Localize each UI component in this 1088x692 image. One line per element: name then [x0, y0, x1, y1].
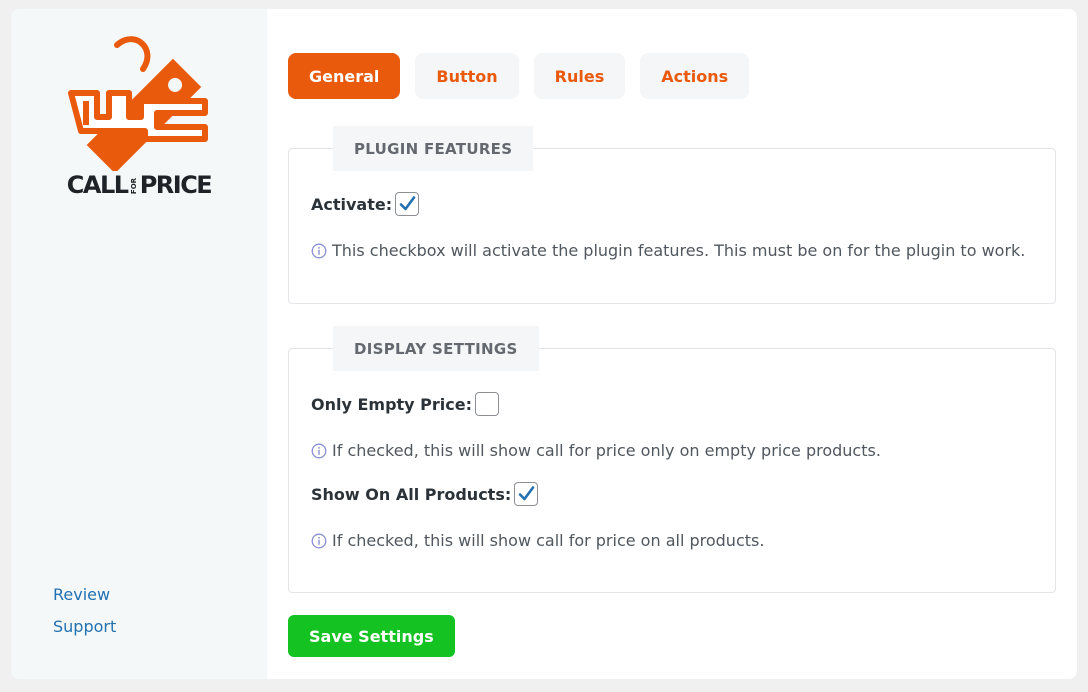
logo-text-for: FOR	[129, 177, 138, 195]
tab-button[interactable]: Button	[415, 53, 519, 99]
support-link[interactable]: Support	[53, 617, 116, 636]
show-on-all-products-row: Show On All Products:	[311, 482, 539, 506]
logo-tag-icon	[68, 36, 208, 174]
checkmark-icon	[399, 196, 416, 211]
save-settings-button[interactable]: Save Settings	[288, 615, 455, 657]
show-on-all-products-help-text: If checked, this will show call for pric…	[332, 531, 765, 550]
settings-panel: CALL FORPRICE Review Support General Butt…	[11, 9, 1077, 679]
logo-text-call: CALL	[66, 171, 129, 199]
main-content: General Button Rules Actions PLUGIN FEAT…	[267, 9, 1077, 679]
plugin-features-legend: PLUGIN FEATURES	[333, 126, 534, 171]
activate-row: Activate:	[311, 192, 420, 216]
activate-help-text: This checkbox will activate the plugin f…	[332, 241, 1026, 260]
activate-help: This checkbox will activate the plugin f…	[311, 241, 1025, 260]
info-icon	[311, 243, 327, 258]
tab-general[interactable]: General	[288, 53, 401, 99]
show-on-all-products-help: If checked, this will show call for pric…	[311, 531, 764, 550]
activate-checkbox[interactable]	[395, 192, 420, 216]
activate-label: Activate:	[311, 194, 393, 214]
only-empty-price-row: Only Empty Price:	[311, 392, 500, 416]
display-settings-legend: DISPLAY SETTINGS	[333, 326, 539, 371]
only-empty-price-label: Only Empty Price:	[311, 394, 473, 414]
review-link[interactable]: Review	[53, 585, 110, 604]
only-empty-price-checkbox[interactable]	[475, 392, 500, 416]
logo-text-price: PRICE	[139, 171, 213, 199]
logo: CALL FORPRICE	[57, 35, 221, 199]
only-empty-price-help-text: If checked, this will show call for pric…	[332, 441, 881, 460]
sidebar: CALL FORPRICE Review Support	[11, 9, 267, 679]
info-icon	[311, 533, 327, 548]
checkmark-icon	[518, 486, 535, 501]
show-on-all-products-label: Show On All Products:	[311, 484, 512, 504]
plugin-features-section: PLUGIN FEATURES Activate: This checkbox …	[288, 126, 1056, 304]
tab-bar: General Button Rules Actions	[288, 53, 750, 99]
display-settings-section: DISPLAY SETTINGS Only Empty Price: If ch…	[288, 326, 1056, 593]
only-empty-price-help: If checked, this will show call for pric…	[311, 441, 881, 460]
info-icon	[311, 443, 327, 458]
show-on-all-products-checkbox[interactable]	[514, 482, 539, 506]
tab-rules[interactable]: Rules	[533, 53, 626, 99]
logo-text: CALL FORPRICE	[57, 171, 221, 199]
tab-actions[interactable]: Actions	[640, 53, 750, 99]
